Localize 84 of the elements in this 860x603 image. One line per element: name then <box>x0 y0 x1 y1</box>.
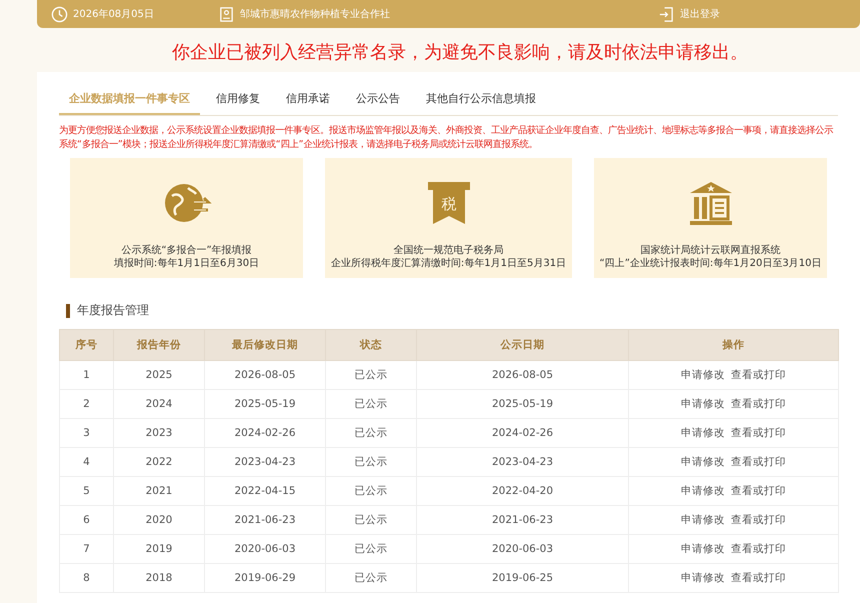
table-cell: 2022-04-15 <box>204 476 326 506</box>
card-period: 企业所得税年度汇算清缴时间:每年1月1日至5月31日 <box>330 257 566 270</box>
action-link[interactable]: 申请修改 <box>681 427 725 439</box>
table-cell: 2025 <box>114 360 204 390</box>
card-title: 全国统一规范电子税务局 <box>394 244 504 257</box>
table-cell: 已公示 <box>326 448 416 476</box>
table-cell: 2026-08-05 <box>204 360 326 390</box>
service-card[interactable]: 公示系统“多报合一”年报填报 填报时间:每年1月1日至6月30日 <box>70 158 303 278</box>
table-cell: 2021-06-23 <box>416 506 628 534</box>
card-period: 填报时间:每年1月1日至6月30日 <box>114 257 260 270</box>
action-link[interactable]: 查看或打印 <box>731 572 786 584</box>
tab[interactable]: 信用承诺 <box>276 87 340 115</box>
table-cell: 2019-06-29 <box>204 564 326 592</box>
table-cell: 1 <box>60 360 114 390</box>
column-header: 报告年份 <box>114 330 204 360</box>
table-cell: 2024-02-26 <box>416 418 628 448</box>
warning-notice: 你企业已被列入经营异常名录，为避免不良影响，请及时依法申请移出。 <box>171 41 749 65</box>
service-card[interactable]: 税 全国统一规范电子税务局 企业所得税年度汇算清缴时间:每年1月1日至5月31日 <box>325 158 572 278</box>
table-cell: 已公示 <box>326 418 416 448</box>
table-cell: 4 <box>60 448 114 476</box>
action-link[interactable]: 申请修改 <box>681 369 725 381</box>
action-link[interactable]: 申请修改 <box>681 398 725 410</box>
card-title: 国家统计局统计云联网直报系统 <box>640 244 780 257</box>
table-cell: 2020 <box>114 506 204 534</box>
company-name: 邹城市惠晴农作物种植专业合作社 <box>240 8 390 21</box>
table-cell: 2024 <box>114 390 204 418</box>
table-cell: 已公示 <box>326 360 416 390</box>
table-cell: 2018 <box>114 564 204 592</box>
column-header: 操作 <box>628 330 838 360</box>
table-cell: 2021-06-23 <box>204 506 326 534</box>
table-cell: 已公示 <box>326 534 416 564</box>
table-cell: 7 <box>60 534 114 564</box>
table-cell: 2021 <box>114 476 204 506</box>
table-cell: 5 <box>60 476 114 506</box>
service-card[interactable]: 国家统计局统计云联网直报系统 “四上”企业统计报表时间:每年1月20日至3月10日 <box>594 158 827 278</box>
action-link[interactable]: 申请修改 <box>681 543 725 555</box>
table-cell: 已公示 <box>326 476 416 506</box>
column-header: 最后修改日期 <box>204 330 326 360</box>
table-cell: 2023-04-23 <box>204 448 326 476</box>
action-link[interactable]: 查看或打印 <box>731 485 786 497</box>
table-cell: 2025-05-19 <box>204 390 326 418</box>
action-link[interactable]: 查看或打印 <box>731 543 786 555</box>
action-link[interactable]: 查看或打印 <box>731 369 786 381</box>
column-header: 状态 <box>326 330 416 360</box>
table-cell: 2 <box>60 390 114 418</box>
current-date: 2026年08月05日 <box>73 8 154 21</box>
action-link[interactable]: 申请修改 <box>681 572 725 584</box>
table-cell: 已公示 <box>326 506 416 534</box>
table-cell: 2025-05-19 <box>416 390 628 418</box>
action-link[interactable]: 申请修改 <box>681 485 725 497</box>
clock-icon <box>51 6 68 22</box>
section-title: 年度报告管理 <box>77 302 149 319</box>
action-link[interactable]: 查看或打印 <box>731 427 786 439</box>
tab[interactable]: 信用修复 <box>206 87 270 115</box>
card-period: “四上”企业统计报表时间:每年1月20日至3月10日 <box>600 257 822 270</box>
table-cell: 2023-04-23 <box>416 448 628 476</box>
table-cell: 2024-02-26 <box>204 418 326 448</box>
table-cell: 已公示 <box>326 390 416 418</box>
action-link[interactable]: 查看或打印 <box>731 514 786 526</box>
action-link[interactable]: 申请修改 <box>681 456 725 468</box>
tab[interactable]: 其他自行公示信息填报 <box>416 87 546 115</box>
table-cell: 2020-06-03 <box>416 534 628 564</box>
table-cell: 3 <box>60 418 114 448</box>
action-link[interactable]: 申请修改 <box>681 514 725 526</box>
table-cell: 2020-06-03 <box>204 534 326 564</box>
table-cell: 2019 <box>114 534 204 564</box>
document-icon <box>218 6 235 22</box>
table-cell: 2019-06-25 <box>416 564 628 592</box>
table-cell: 2022-04-20 <box>416 476 628 506</box>
intro-paragraph: 为更方便您报送企业数据，公示系统设置企业数据填报一件事专区。报送市场监管年报以及海关、外商投资、工业产品获证企业年度自查、广告业统计、地理标志等多报合一事项，请直接选择公示系统“多报合一”模块；报送企业所得税年度汇算清缴或“四上”企业统计报表，请选择电子税务局或统计云联网直报系统。 <box>59 124 834 152</box>
table-cell: 2026-08-05 <box>416 360 628 390</box>
table-cell: 6 <box>60 506 114 534</box>
tab[interactable]: 公示公告 <box>346 87 410 115</box>
card-title: 公示系统“多报合一”年报填报 <box>121 244 252 257</box>
table-cell: 2023 <box>114 418 204 448</box>
action-link[interactable]: 查看或打印 <box>731 456 786 468</box>
column-header: 公示日期 <box>416 330 628 360</box>
action-link[interactable]: 查看或打印 <box>731 398 786 410</box>
column-header: 序号 <box>60 330 114 360</box>
table-cell: 已公示 <box>326 564 416 592</box>
table-cell: 8 <box>60 564 114 592</box>
section-marker <box>66 304 70 318</box>
table-cell: 2022 <box>114 448 204 476</box>
logout-icon[interactable] <box>658 6 675 22</box>
